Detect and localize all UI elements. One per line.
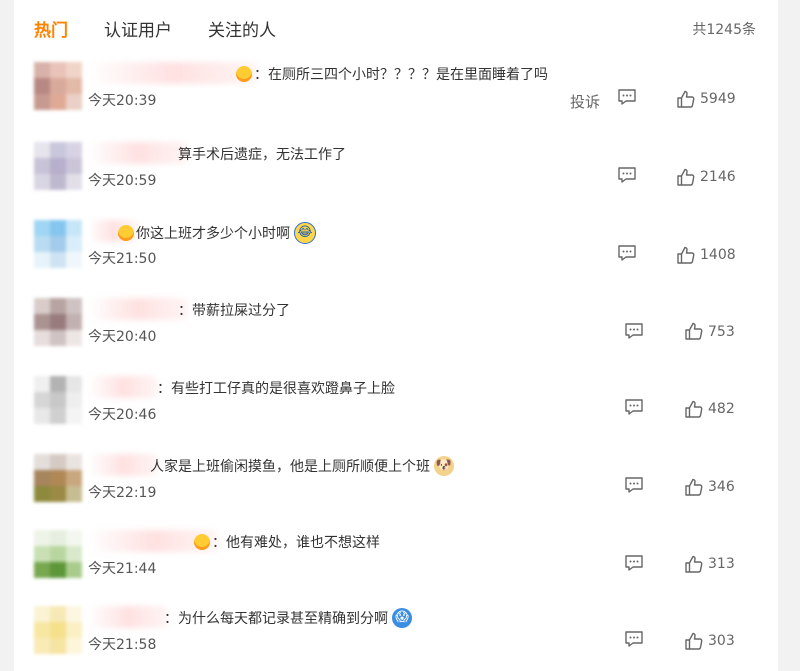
like-count: 346	[708, 479, 735, 495]
username-blurred[interactable]	[88, 62, 258, 84]
reply-icon[interactable]	[624, 476, 644, 494]
reply-icon[interactable]	[624, 398, 644, 416]
comment-body: ：他有难处，谁也不想这样	[212, 535, 380, 551]
comments-panel: 热门 认证用户 关注的人 共1245条 ：在厕所三四个小时？？？？是在里面睡着了…	[14, 0, 778, 671]
user-badge-icon	[118, 225, 134, 241]
comment-time: 今天20:39	[88, 93, 157, 109]
comment-body: ：有些打工仔真的是很喜欢蹬鼻子上脸	[157, 381, 395, 397]
like-icon[interactable]	[684, 631, 704, 651]
like-count: 303	[708, 633, 735, 649]
report-button[interactable]: 投诉	[570, 91, 600, 112]
dora-emoji-icon: 😱	[392, 608, 412, 628]
avatar[interactable]	[34, 298, 82, 346]
avatar[interactable]	[34, 62, 82, 110]
user-badge-icon	[236, 66, 252, 82]
like-icon[interactable]	[676, 89, 696, 109]
comment-text: ：为什么每天都记录甚至精确到分啊 😱	[164, 608, 412, 628]
comment-text: ：他有难处，谁也不想这样	[194, 532, 380, 552]
comment-body: ：为什么每天都记录甚至精确到分啊	[164, 611, 388, 627]
tab-verified-users[interactable]: 认证用户	[104, 16, 172, 41]
comment-time: 今天20:59	[88, 173, 157, 189]
reply-icon[interactable]	[617, 244, 637, 262]
avatar[interactable]	[34, 530, 82, 578]
like-icon[interactable]	[684, 554, 704, 574]
comment-item: ：为什么每天都记录甚至精确到分啊 😱 今天21:58 303	[14, 600, 778, 670]
comment-text: 你这上班才多少个小时啊 😂	[118, 222, 316, 244]
like-count: 482	[708, 401, 735, 417]
comment-time: 今天20:40	[88, 329, 157, 345]
like-count: 5949	[700, 91, 736, 107]
reply-icon[interactable]	[617, 88, 637, 106]
comment-body: 人家是上班偷闲摸鱼，他是上厕所顺便上个班	[150, 459, 430, 475]
avatar[interactable]	[34, 220, 82, 268]
comment-body: ：带薪拉屎过分了	[178, 303, 290, 319]
comment-text: 算手术后遗症，无法工作了	[178, 144, 346, 164]
comment-item: ：他有难处，谁也不想这样今天21:44 313	[14, 524, 778, 594]
doge-emoji-icon: 🐶	[434, 456, 454, 476]
comment-time: 今天21:58	[88, 637, 157, 653]
comment-text: 人家是上班偷闲摸鱼，他是上厕所顺便上个班 🐶	[150, 456, 454, 476]
comment-item: ：有些打工仔真的是很喜欢蹬鼻子上脸 今天20:46 482	[14, 370, 778, 440]
avatar[interactable]	[34, 606, 82, 654]
like-icon[interactable]	[684, 321, 704, 341]
reply-icon[interactable]	[624, 554, 644, 572]
like-icon[interactable]	[676, 245, 696, 265]
comment-time: 今天21:50	[88, 251, 157, 267]
comment-time: 今天20:46	[88, 407, 157, 423]
comment-body: 算手术后遗症，无法工作了	[178, 147, 346, 163]
comment-item: ：带薪拉屎过分了今天20:40 753	[14, 292, 778, 362]
laugh-emoji-icon: 😂	[294, 222, 316, 244]
avatar[interactable]	[34, 454, 82, 502]
comment-text: ：在厕所三四个小时？？？？是在里面睡着了吗	[236, 64, 548, 84]
avatar[interactable]	[34, 142, 82, 190]
like-count: 753	[708, 324, 735, 340]
username-blurred[interactable]	[88, 606, 168, 628]
username-blurred[interactable]	[88, 454, 158, 476]
comment-item: 你这上班才多少个小时啊 😂 今天21:50 1408	[14, 214, 778, 284]
username-blurred[interactable]	[88, 298, 188, 320]
comment-time: 今天21:44	[88, 561, 157, 577]
comment-body: 你这上班才多少个小时啊	[136, 226, 290, 242]
comment-time: 今天22:19	[88, 485, 157, 501]
username-blurred[interactable]	[88, 376, 158, 398]
like-icon[interactable]	[684, 399, 704, 419]
comment-text: ：带薪拉屎过分了	[178, 300, 290, 320]
reply-icon[interactable]	[617, 166, 637, 184]
username-blurred[interactable]	[88, 142, 188, 164]
user-badge-icon	[194, 534, 210, 550]
like-icon[interactable]	[676, 167, 696, 187]
reply-icon[interactable]	[624, 630, 644, 648]
comment-item: 算手术后遗症，无法工作了今天20:59 2146	[14, 136, 778, 206]
tab-hot[interactable]: 热门	[34, 16, 68, 41]
like-count: 313	[708, 556, 735, 572]
avatar[interactable]	[34, 376, 82, 424]
tab-following[interactable]: 关注的人	[208, 16, 276, 41]
comment-item: 人家是上班偷闲摸鱼，他是上厕所顺便上个班 🐶 今天22:19 346	[14, 448, 778, 518]
like-count: 1408	[700, 247, 736, 263]
like-icon[interactable]	[684, 477, 704, 497]
reply-icon[interactable]	[624, 322, 644, 340]
comment-tabs: 热门 认证用户 关注的人	[34, 14, 312, 42]
comment-count: 共1245条	[692, 22, 756, 38]
comment-body: ：在厕所三四个小时？？？？是在里面睡着了吗	[254, 67, 548, 83]
like-count: 2146	[700, 169, 736, 185]
comment-item: ：在厕所三四个小时？？？？是在里面睡着了吗今天20:39 投诉 5949	[14, 56, 778, 126]
comment-text: ：有些打工仔真的是很喜欢蹬鼻子上脸	[157, 378, 395, 398]
